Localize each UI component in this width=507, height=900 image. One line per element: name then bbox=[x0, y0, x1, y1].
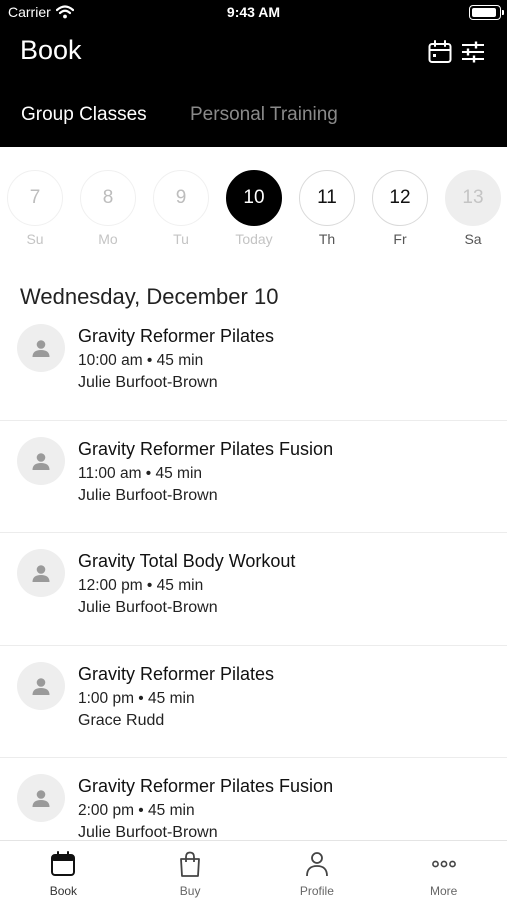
class-item[interactable]: Gravity Total Body Workout 12:00 pm • 45 … bbox=[0, 533, 507, 646]
ellipsis-icon bbox=[430, 850, 458, 878]
class-time: 10:00 am • 45 min bbox=[78, 352, 204, 369]
class-time: 1:00 pm • 45 min bbox=[78, 689, 195, 707]
day-number: 11 bbox=[299, 170, 355, 226]
class-item[interactable]: Gravity Reformer Pilates Fusion 11:00 am … bbox=[0, 421, 507, 533]
instructor-avatar-icon bbox=[17, 324, 65, 372]
filter-sliders-icon[interactable] bbox=[460, 39, 486, 65]
tab-group-classes[interactable]: Group Classes bbox=[21, 104, 147, 126]
day-label: Su bbox=[26, 231, 44, 247]
day-9[interactable]: 9 Tu bbox=[153, 170, 209, 247]
day-label: Fr bbox=[393, 231, 407, 247]
class-instructor: Grace Rudd bbox=[78, 711, 165, 729]
class-name: Gravity Reformer Pilates Fusion bbox=[78, 438, 334, 459]
tabbar-label: Book bbox=[49, 884, 78, 898]
tabbar-profile[interactable]: Profile bbox=[254, 841, 381, 900]
booking-tabs: Group Classes Personal Training bbox=[0, 100, 507, 132]
class-item[interactable]: Gravity Reformer Pilates Fusion 2:00 pm •… bbox=[0, 758, 507, 840]
day-label: Tu bbox=[173, 231, 189, 247]
class-item[interactable]: Gravity Reformer Pilates 1:00 pm • 45 min… bbox=[0, 646, 507, 758]
day-number: 7 bbox=[7, 170, 63, 226]
day-number: 8 bbox=[80, 170, 136, 226]
tabbar-more[interactable]: More bbox=[380, 841, 507, 900]
battery-level bbox=[472, 8, 496, 17]
class-time: 12:00 pm • 45 min bbox=[78, 577, 204, 594]
app-header: Carrier 9:43 AM Book Group Classes Perso… bbox=[0, 0, 507, 147]
tab-personal-training[interactable]: Personal Training bbox=[190, 104, 338, 126]
class-instructor: Julie Burfoot-Brown bbox=[78, 599, 218, 616]
tabbar-label: Profile bbox=[299, 884, 334, 898]
tabbar-book[interactable]: Book bbox=[0, 841, 127, 900]
instructor-avatar-icon bbox=[17, 774, 65, 822]
day-label: Today bbox=[235, 231, 273, 247]
day-number: 10 bbox=[226, 170, 282, 226]
day-number: 13 bbox=[445, 170, 501, 226]
class-time: 2:00 pm • 45 min bbox=[78, 802, 195, 819]
day-label: Sa bbox=[464, 231, 482, 247]
class-name: Gravity Reformer Pilates Fusion bbox=[78, 776, 334, 796]
calendar-icon[interactable] bbox=[427, 39, 453, 65]
class-item[interactable]: Gravity Reformer Pilates 10:00 am • 45 mi… bbox=[0, 308, 507, 421]
tabbar-label: More bbox=[429, 884, 458, 898]
class-instructor: Julie Burfoot-Brown bbox=[78, 824, 218, 840]
day-number: 9 bbox=[153, 170, 209, 226]
day-12[interactable]: 12 Fr bbox=[372, 170, 428, 247]
tabbar-label: Buy bbox=[179, 884, 201, 898]
bottom-tab-bar: Book Buy Profile More bbox=[0, 840, 507, 900]
instructor-avatar-icon bbox=[17, 436, 65, 485]
status-time: 9:43 AM bbox=[226, 4, 281, 20]
battery-icon bbox=[469, 5, 504, 20]
day-11[interactable]: 11 Th bbox=[299, 170, 355, 247]
date-heading: Wednesday, December 10 bbox=[20, 284, 279, 309]
class-instructor: Julie Burfoot-Brown bbox=[78, 486, 218, 504]
instructor-avatar-icon bbox=[17, 661, 65, 710]
day-10[interactable]: 10 Today bbox=[226, 170, 282, 247]
day-label: Th bbox=[318, 231, 336, 247]
instructor-avatar-icon bbox=[17, 549, 65, 597]
person-icon bbox=[303, 850, 331, 878]
day-number: 12 bbox=[372, 170, 428, 226]
day-label: Mo bbox=[98, 231, 118, 247]
class-name: Gravity Reformer Pilates bbox=[78, 326, 275, 346]
class-list: Gravity Reformer Pilates 10:00 am • 45 mi… bbox=[0, 308, 507, 840]
status-bar: Carrier 9:43 AM bbox=[0, 0, 507, 26]
class-time: 11:00 am • 45 min bbox=[78, 464, 203, 482]
shopping-bag-icon bbox=[176, 850, 204, 878]
day-7[interactable]: 7 Su bbox=[7, 170, 63, 247]
tabbar-buy[interactable]: Buy bbox=[127, 841, 254, 900]
day-8[interactable]: 8 Mo bbox=[80, 170, 136, 247]
page-title: Book bbox=[20, 35, 82, 65]
title-row: Book bbox=[0, 26, 507, 78]
day-13[interactable]: 13 Sa bbox=[445, 170, 501, 247]
class-instructor: Julie Burfoot-Brown bbox=[78, 374, 218, 391]
week-day-picker: 7 Su 8 Mo 9 Tu 10 Today 11 Th 12 Fr 13 Sa bbox=[0, 147, 507, 257]
class-name: Gravity Total Body Workout bbox=[78, 551, 296, 571]
class-name: Gravity Reformer Pilates bbox=[78, 663, 275, 684]
calendar-icon bbox=[49, 850, 77, 878]
